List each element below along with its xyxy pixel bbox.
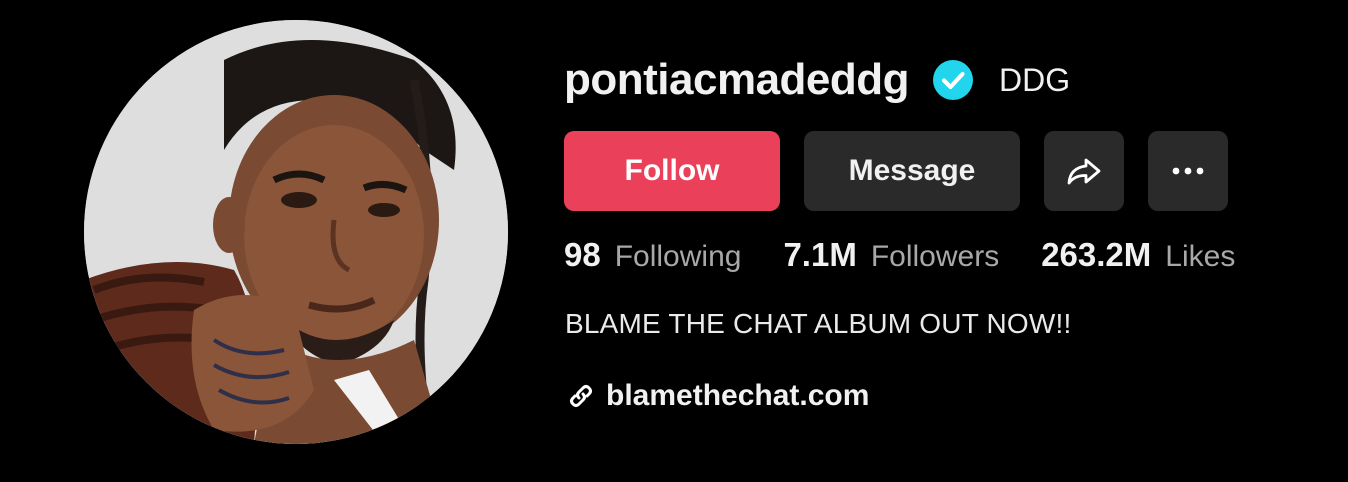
follow-button-label: Follow	[624, 154, 720, 187]
message-button-label: Message	[848, 154, 976, 187]
followers-label: Followers	[870, 240, 1000, 273]
likes-count: 263.2M	[1041, 236, 1152, 273]
verified-badge-icon	[933, 60, 974, 100]
link-text[interactable]: blamethechat.com	[606, 379, 869, 413]
more-icon	[1171, 166, 1205, 176]
share-button[interactable]	[1044, 131, 1124, 211]
avatar[interactable]	[84, 20, 508, 444]
name-row: pontiacmadeddg DDG	[564, 52, 1070, 108]
share-icon	[1065, 152, 1103, 190]
link-icon	[566, 381, 596, 411]
more-options-button[interactable]	[1148, 131, 1228, 211]
stat-following[interactable]: 98 Following	[564, 236, 741, 274]
followers-count: 7.1M	[783, 236, 857, 273]
likes-label: Likes	[1165, 240, 1236, 273]
follow-button[interactable]: Follow	[564, 131, 780, 211]
profile-header: pontiacmadeddg DDG Follow Message 98 Fol…	[0, 0, 1348, 482]
stat-followers[interactable]: 7.1M Followers	[783, 236, 999, 274]
following-label: Following	[614, 240, 742, 273]
avatar-image	[84, 20, 508, 444]
following-count: 98	[564, 236, 601, 273]
bio-text: BLAME THE CHAT ALBUM OUT NOW!!	[565, 308, 1072, 339]
bio-link[interactable]: blamethechat.com	[566, 376, 869, 416]
message-button[interactable]: Message	[804, 131, 1020, 211]
stat-likes: 263.2M Likes	[1041, 236, 1235, 274]
username: pontiacmadeddg	[564, 55, 910, 104]
nickname: DDG	[999, 62, 1071, 98]
stats-row: 98 Following 7.1M Followers 263.2M Likes	[564, 236, 1235, 284]
